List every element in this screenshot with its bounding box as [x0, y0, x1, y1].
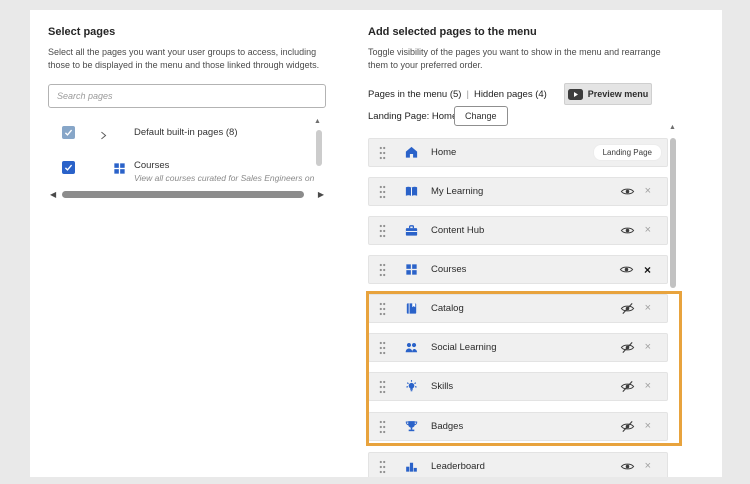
remove-icon[interactable]: × [645, 381, 651, 392]
remove-icon[interactable]: × [645, 225, 651, 236]
menu-row-label: Content Hub [431, 225, 484, 236]
landing-page-label: Landing Page: Home [368, 111, 457, 122]
scroll-right-icon[interactable]: ▶ [318, 190, 324, 199]
scroll-up-icon[interactable]: ▲ [314, 118, 321, 125]
scroll-up-icon[interactable]: ▲ [669, 124, 676, 131]
eye-icon[interactable] [619, 262, 634, 277]
eye-icon[interactable] [620, 184, 635, 199]
remove-icon[interactable]: × [645, 461, 651, 472]
menu-row-courses[interactable]: Courses × [368, 255, 668, 284]
checkbox-courses[interactable] [62, 161, 75, 174]
remove-icon[interactable]: × [645, 421, 651, 432]
tree-item-label: Default built-in pages (8) [134, 127, 238, 138]
eye-off-icon[interactable] [620, 301, 635, 316]
select-pages-title: Select pages [48, 26, 115, 38]
eye-off-icon[interactable] [620, 340, 635, 355]
menu-row-label: Courses [431, 264, 466, 275]
horizontal-scrollbar-thumb[interactable] [62, 191, 304, 198]
scroll-left-icon[interactable]: ◀ [50, 190, 56, 199]
remove-icon[interactable]: × [645, 303, 651, 314]
horizontal-scrollbar[interactable]: ◀ ▶ [48, 190, 326, 200]
remove-icon[interactable]: × [645, 186, 651, 197]
drag-handle-icon[interactable] [379, 263, 386, 277]
page-settings-card: Select pages Select all the pages you wa… [30, 10, 722, 477]
drag-handle-icon[interactable] [379, 341, 386, 355]
drag-handle-icon[interactable] [379, 146, 386, 160]
change-landing-button[interactable]: Change [454, 106, 508, 126]
pages-in-menu-count[interactable]: Pages in the menu (5) [368, 89, 461, 100]
menu-row-label: Home [431, 147, 456, 158]
drag-handle-icon[interactable] [379, 302, 386, 316]
select-pages-description: Select all the pages you want your user … [48, 46, 338, 72]
my-learning-icon [404, 184, 419, 199]
menu-row-label: Leaderboard [431, 461, 485, 472]
drag-handle-icon[interactable] [379, 224, 386, 238]
eye-off-icon[interactable] [620, 379, 635, 394]
menu-counts: Pages in the menu (5) | Hidden pages (4) [368, 89, 547, 100]
menu-row-content-hub[interactable]: Content Hub × [368, 216, 668, 245]
remove-icon[interactable]: × [645, 342, 651, 353]
content-hub-icon [404, 223, 419, 238]
checkbox-default-pages[interactable] [62, 126, 75, 139]
menu-row-social-learning[interactable]: Social Learning × [368, 333, 668, 362]
menu-row-badges[interactable]: Badges × [368, 412, 668, 441]
menu-row-label: Social Learning [431, 342, 497, 353]
drag-handle-icon[interactable] [379, 420, 386, 434]
menu-row-label: Catalog [431, 303, 464, 314]
pages-tree: Default built-in pages (8) Courses View … [48, 114, 326, 202]
menu-panel-title: Add selected pages to the menu [368, 26, 537, 38]
home-icon [404, 145, 419, 160]
eye-off-icon[interactable] [620, 419, 635, 434]
leaderboard-icon [404, 459, 419, 474]
menu-scrollbar-thumb[interactable] [670, 138, 676, 288]
menu-row-label: Badges [431, 421, 463, 432]
play-icon [568, 89, 583, 100]
tree-item-subtitle: View all courses curated for Sales Engin… [134, 173, 324, 183]
landing-page-badge: Landing Page [593, 144, 662, 161]
drag-handle-icon[interactable] [379, 460, 386, 474]
menu-row-label: My Learning [431, 186, 483, 197]
catalog-icon [404, 301, 419, 316]
eye-icon[interactable] [620, 459, 635, 474]
preview-menu-label: Preview menu [588, 89, 649, 99]
drag-handle-icon[interactable] [379, 380, 386, 394]
menu-row-my-learning[interactable]: My Learning × [368, 177, 668, 206]
badges-icon [404, 419, 419, 434]
menu-row-home[interactable]: Home Landing Page [368, 138, 668, 167]
hidden-pages-count[interactable]: Hidden pages (4) [474, 89, 547, 100]
chevron-right-icon[interactable] [98, 128, 109, 139]
vertical-scrollbar-thumb[interactable] [316, 130, 322, 166]
menu-panel-description: Toggle visibility of the pages you want … [368, 46, 663, 72]
eye-icon[interactable] [620, 223, 635, 238]
menu-row-catalog[interactable]: Catalog × [368, 294, 668, 323]
menu-row-skills[interactable]: Skills × [368, 372, 668, 401]
drag-handle-icon[interactable] [379, 185, 386, 199]
skills-icon [404, 379, 419, 394]
search-pages-input[interactable] [48, 84, 326, 108]
tree-item-default-pages[interactable]: Default built-in pages (8) [48, 126, 326, 146]
courses-icon [112, 161, 127, 176]
remove-icon[interactable]: × [644, 264, 651, 276]
tree-item-label: Courses [134, 160, 169, 171]
menu-row-leaderboard[interactable]: Leaderboard × [368, 452, 668, 477]
social-learning-icon [404, 340, 419, 355]
courses-icon [404, 262, 419, 277]
count-separator: | [466, 89, 468, 100]
tree-item-courses[interactable]: Courses View all courses curated for Sal… [48, 158, 326, 190]
preview-menu-button[interactable]: Preview menu [564, 83, 652, 105]
menu-row-label: Skills [431, 381, 453, 392]
